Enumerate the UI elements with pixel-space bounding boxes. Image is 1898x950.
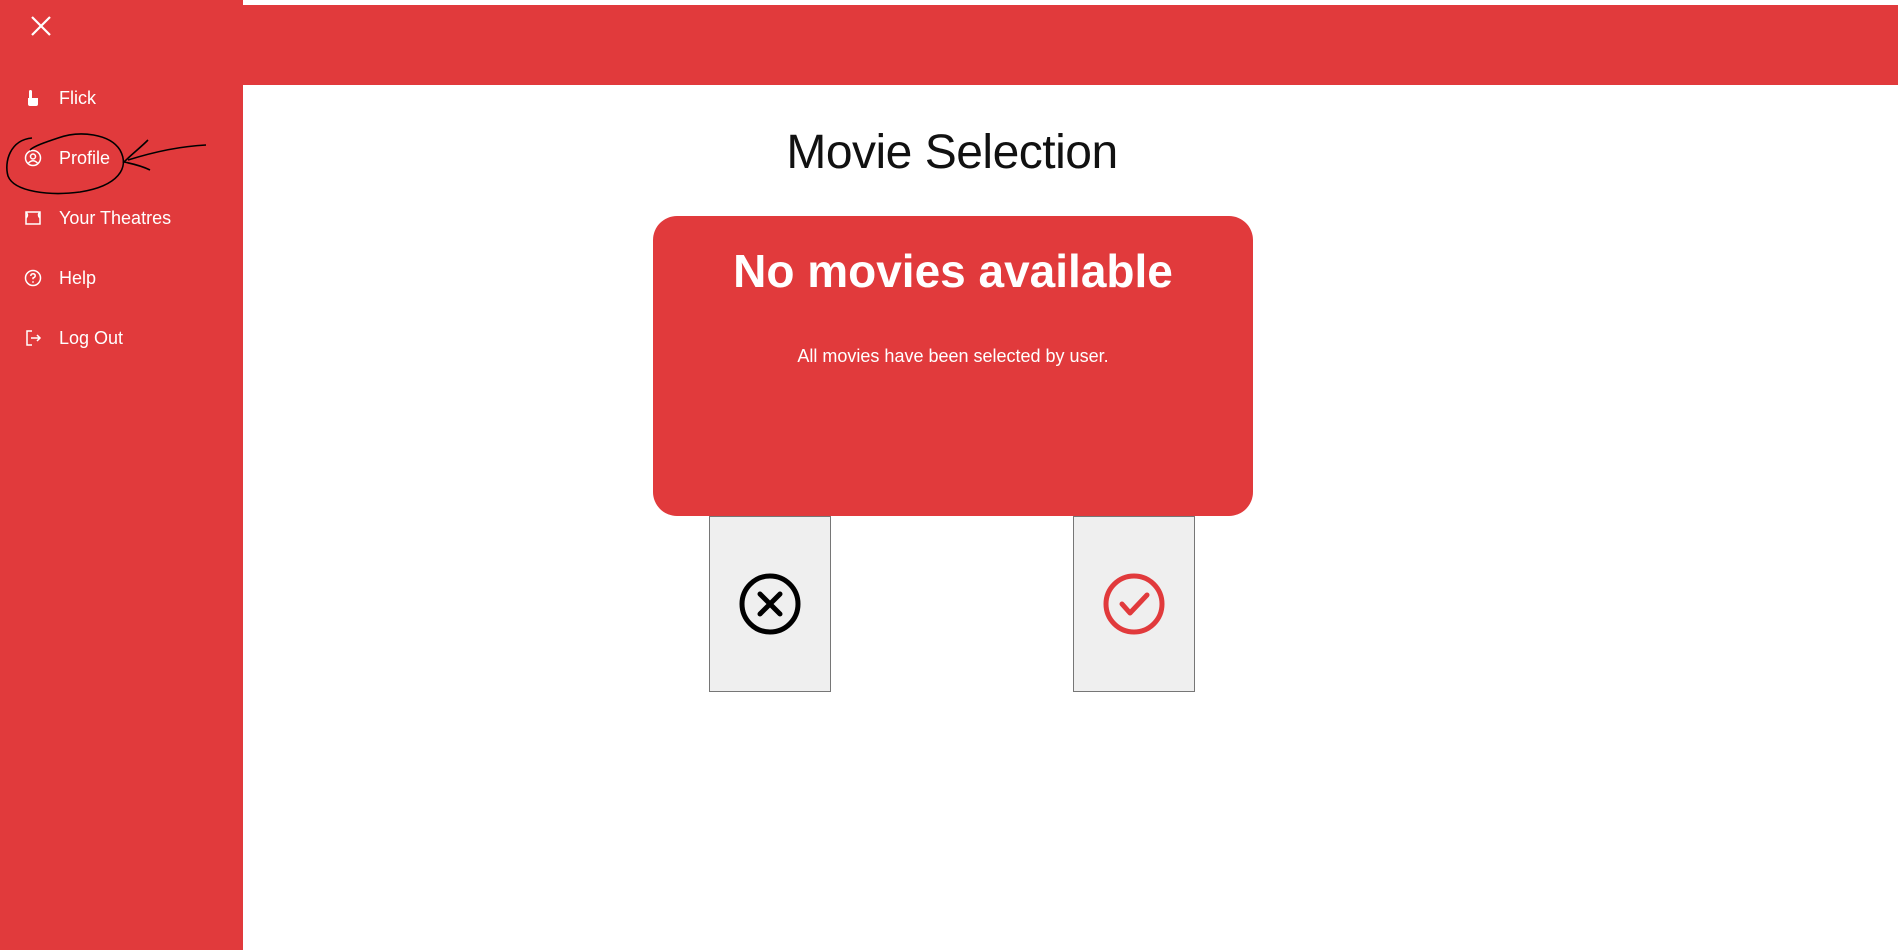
sidebar-item-help[interactable]: Help	[24, 264, 96, 292]
close-icon	[31, 16, 51, 36]
x-circle-icon	[739, 573, 801, 635]
sidebar-item-label: Help	[59, 267, 97, 288]
sidebar-item-label: Flick	[59, 87, 96, 108]
page-title: Movie Selection	[786, 126, 1118, 179]
sidebar-item-label: Profile	[59, 147, 111, 168]
accept-button[interactable]	[1073, 516, 1195, 692]
sidebar-item-profile[interactable]: Profile	[24, 144, 110, 172]
sidebar-item-flick[interactable]: Flick	[24, 84, 96, 112]
sidebar-item-your-theatres[interactable]: Your Theatres	[24, 204, 171, 232]
theatre-icon	[24, 209, 42, 227]
user-circle-icon	[24, 149, 42, 167]
close-menu-button[interactable]	[27, 12, 55, 40]
help-circle-icon	[24, 269, 42, 287]
reject-button[interactable]	[709, 516, 831, 692]
card-heading: No movies available	[733, 245, 1173, 297]
movie-card: No movies available All movies have been…	[653, 216, 1253, 516]
sidebar-item-label: Your Theatres	[59, 207, 172, 228]
sidebar-item-log-out[interactable]: Log Out	[24, 324, 123, 352]
top-bar	[243, 5, 1898, 85]
sidebar: Flick Profile Your Theatres Help Log Out	[0, 0, 243, 950]
pointer-hand-icon	[24, 89, 42, 107]
sidebar-item-label: Log Out	[59, 327, 124, 348]
check-circle-icon	[1103, 573, 1165, 635]
card-message: All movies have been selected by user.	[797, 346, 1109, 366]
logout-icon	[24, 329, 42, 347]
